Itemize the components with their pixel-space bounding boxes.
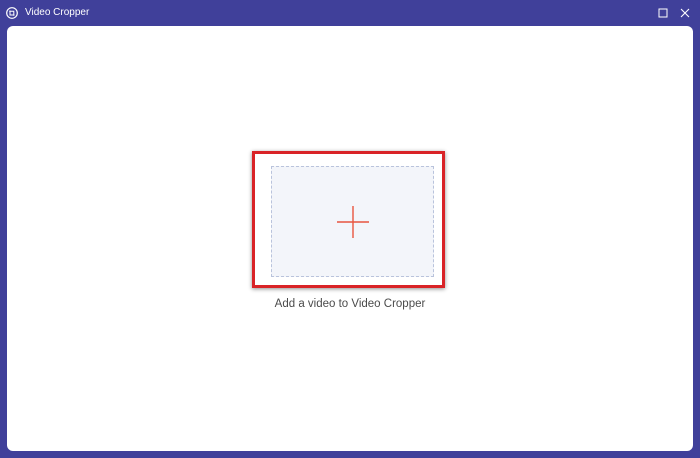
window-title: Video Cropper (25, 7, 90, 18)
video-cropper-app-icon (6, 7, 18, 19)
maximize-icon (658, 8, 668, 18)
add-video-drop-zone[interactable] (271, 166, 434, 277)
maximize-button[interactable] (656, 6, 670, 20)
close-button[interactable] (678, 6, 692, 20)
add-video-label: Add a video to Video Cropper (274, 298, 426, 310)
app-window: Video Cropper Add a video to Video Cropp… (0, 0, 700, 458)
title-bar[interactable]: Video Cropper (0, 0, 700, 26)
close-icon (680, 8, 690, 18)
highlight-frame (252, 151, 445, 288)
main-panel: Add a video to Video Cropper (7, 26, 693, 451)
plus-icon (337, 206, 369, 238)
